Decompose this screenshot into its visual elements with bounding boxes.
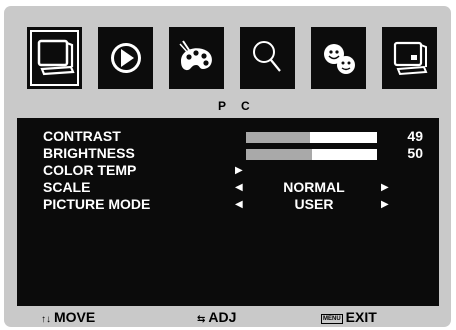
monitor-icon: [37, 39, 75, 76]
brightness-row[interactable]: BRIGHTNESS 50: [17, 146, 439, 161]
settings-panel: CONTRAST 49 BRIGHTNESS 50 COLOR TEMP ▶ S…: [17, 118, 439, 306]
brightness-slider[interactable]: [246, 149, 377, 160]
left-right-arrows-icon: ⇆: [197, 314, 206, 325]
contrast-label: CONTRAST: [43, 128, 121, 144]
tab-other[interactable]: [382, 27, 437, 89]
adjust-hint: ⇆ ADJ: [197, 309, 236, 325]
tab-video[interactable]: [98, 27, 153, 89]
tab-picture[interactable]: [27, 27, 82, 89]
brightness-label: BRIGHTNESS: [43, 145, 135, 161]
color-temp-row[interactable]: COLOR TEMP ▶: [17, 163, 439, 178]
tab-color[interactable]: [169, 27, 224, 89]
menu-title-left: P: [218, 99, 227, 113]
menu-title: P C: [0, 99, 456, 115]
color-temp-label: COLOR TEMP: [43, 162, 137, 178]
footer-hints: ↑↓ MOVE ⇆ ADJ MENU EXIT: [17, 306, 439, 327]
play-icon: [111, 43, 141, 73]
picture-mode-value: USER: [294, 196, 334, 212]
picture-mode-label: PICTURE MODE: [43, 196, 151, 212]
brightness-slider-fill: [246, 149, 312, 160]
scale-label: SCALE: [43, 179, 91, 195]
scale-value: NORMAL: [283, 179, 345, 195]
menu-title-right: C: [241, 99, 250, 113]
magnifier-icon: [253, 41, 281, 72]
move-hint: ↑↓ MOVE: [41, 309, 95, 325]
exit-hint: MENU EXIT: [321, 309, 377, 325]
screen-config-icon: [393, 41, 428, 76]
contrast-row[interactable]: CONTRAST 49: [17, 129, 439, 144]
scale-row[interactable]: SCALE ◀ NORMAL ▶: [17, 180, 439, 195]
adjust-hint-label: ADJ: [208, 309, 237, 325]
exit-hint-label: EXIT: [345, 309, 377, 325]
picture-mode-row[interactable]: PICTURE MODE ◀ USER ▶: [17, 197, 439, 212]
contrast-slider[interactable]: [246, 132, 377, 143]
scale-right-arrow[interactable]: ▶: [381, 180, 389, 195]
palette-icon: [179, 40, 212, 71]
move-hint-label: MOVE: [54, 309, 96, 325]
scale-left-arrow[interactable]: ◀: [235, 180, 243, 195]
up-down-arrows-icon: ↑↓: [41, 314, 51, 325]
tab-zoom[interactable]: [240, 27, 295, 89]
tab-setup[interactable]: [311, 27, 366, 89]
faces-icon: [324, 44, 355, 74]
color-temp-right-arrow[interactable]: ▶: [235, 163, 243, 178]
contrast-slider-fill: [246, 132, 311, 143]
picture-mode-right-arrow[interactable]: ▶: [381, 197, 389, 212]
contrast-value: 49: [407, 128, 423, 144]
picture-mode-left-arrow[interactable]: ◀: [235, 197, 243, 212]
brightness-value: 50: [407, 145, 423, 161]
menu-key-icon: MENU: [321, 314, 343, 324]
